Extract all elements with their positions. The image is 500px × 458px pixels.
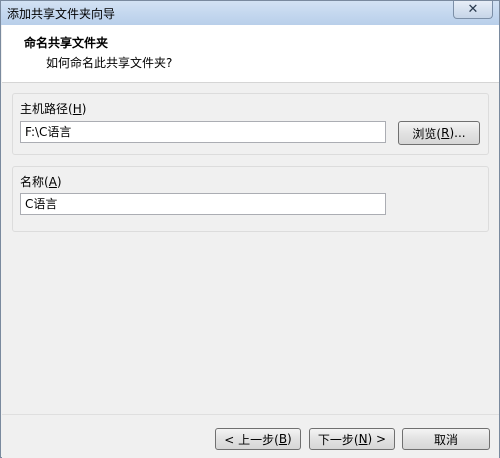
host-path-input[interactable]: F:\C语言 bbox=[20, 121, 386, 143]
host-path-group: 主机路径(H) F:\C语言 浏览(R)... bbox=[12, 93, 489, 155]
close-button[interactable]: ✕ bbox=[453, 1, 493, 19]
wizard-header: 命名共享文件夹 如何命名此共享文件夹? bbox=[2, 25, 499, 83]
back-button[interactable]: < 上一步(B) bbox=[215, 428, 301, 450]
window-title: 添加共享文件夹向导 bbox=[7, 7, 116, 21]
next-button[interactable]: 下一步(N) > bbox=[309, 428, 395, 450]
share-name-group: 名称(A) C语言 bbox=[12, 166, 489, 232]
title-bar: 添加共享文件夹向导 ✕ bbox=[1, 1, 499, 25]
host-path-label: 主机路径(H) bbox=[20, 102, 87, 116]
cancel-button[interactable]: 取消 bbox=[402, 428, 490, 450]
share-name-label: 名称(A) bbox=[20, 175, 62, 189]
page-title: 命名共享文件夹 bbox=[24, 36, 109, 50]
browse-button[interactable]: 浏览(R)... bbox=[398, 121, 480, 145]
close-icon: ✕ bbox=[467, 2, 479, 17]
wizard-window: 添加共享文件夹向导 ✕ 命名共享文件夹 如何命名此共享文件夹? 主机路径(H) … bbox=[0, 0, 500, 458]
wizard-footer: < 上一步(B) 下一步(N) > 取消 bbox=[2, 414, 499, 458]
share-name-input[interactable]: C语言 bbox=[20, 193, 386, 215]
page-subtitle: 如何命名此共享文件夹? bbox=[46, 56, 173, 70]
